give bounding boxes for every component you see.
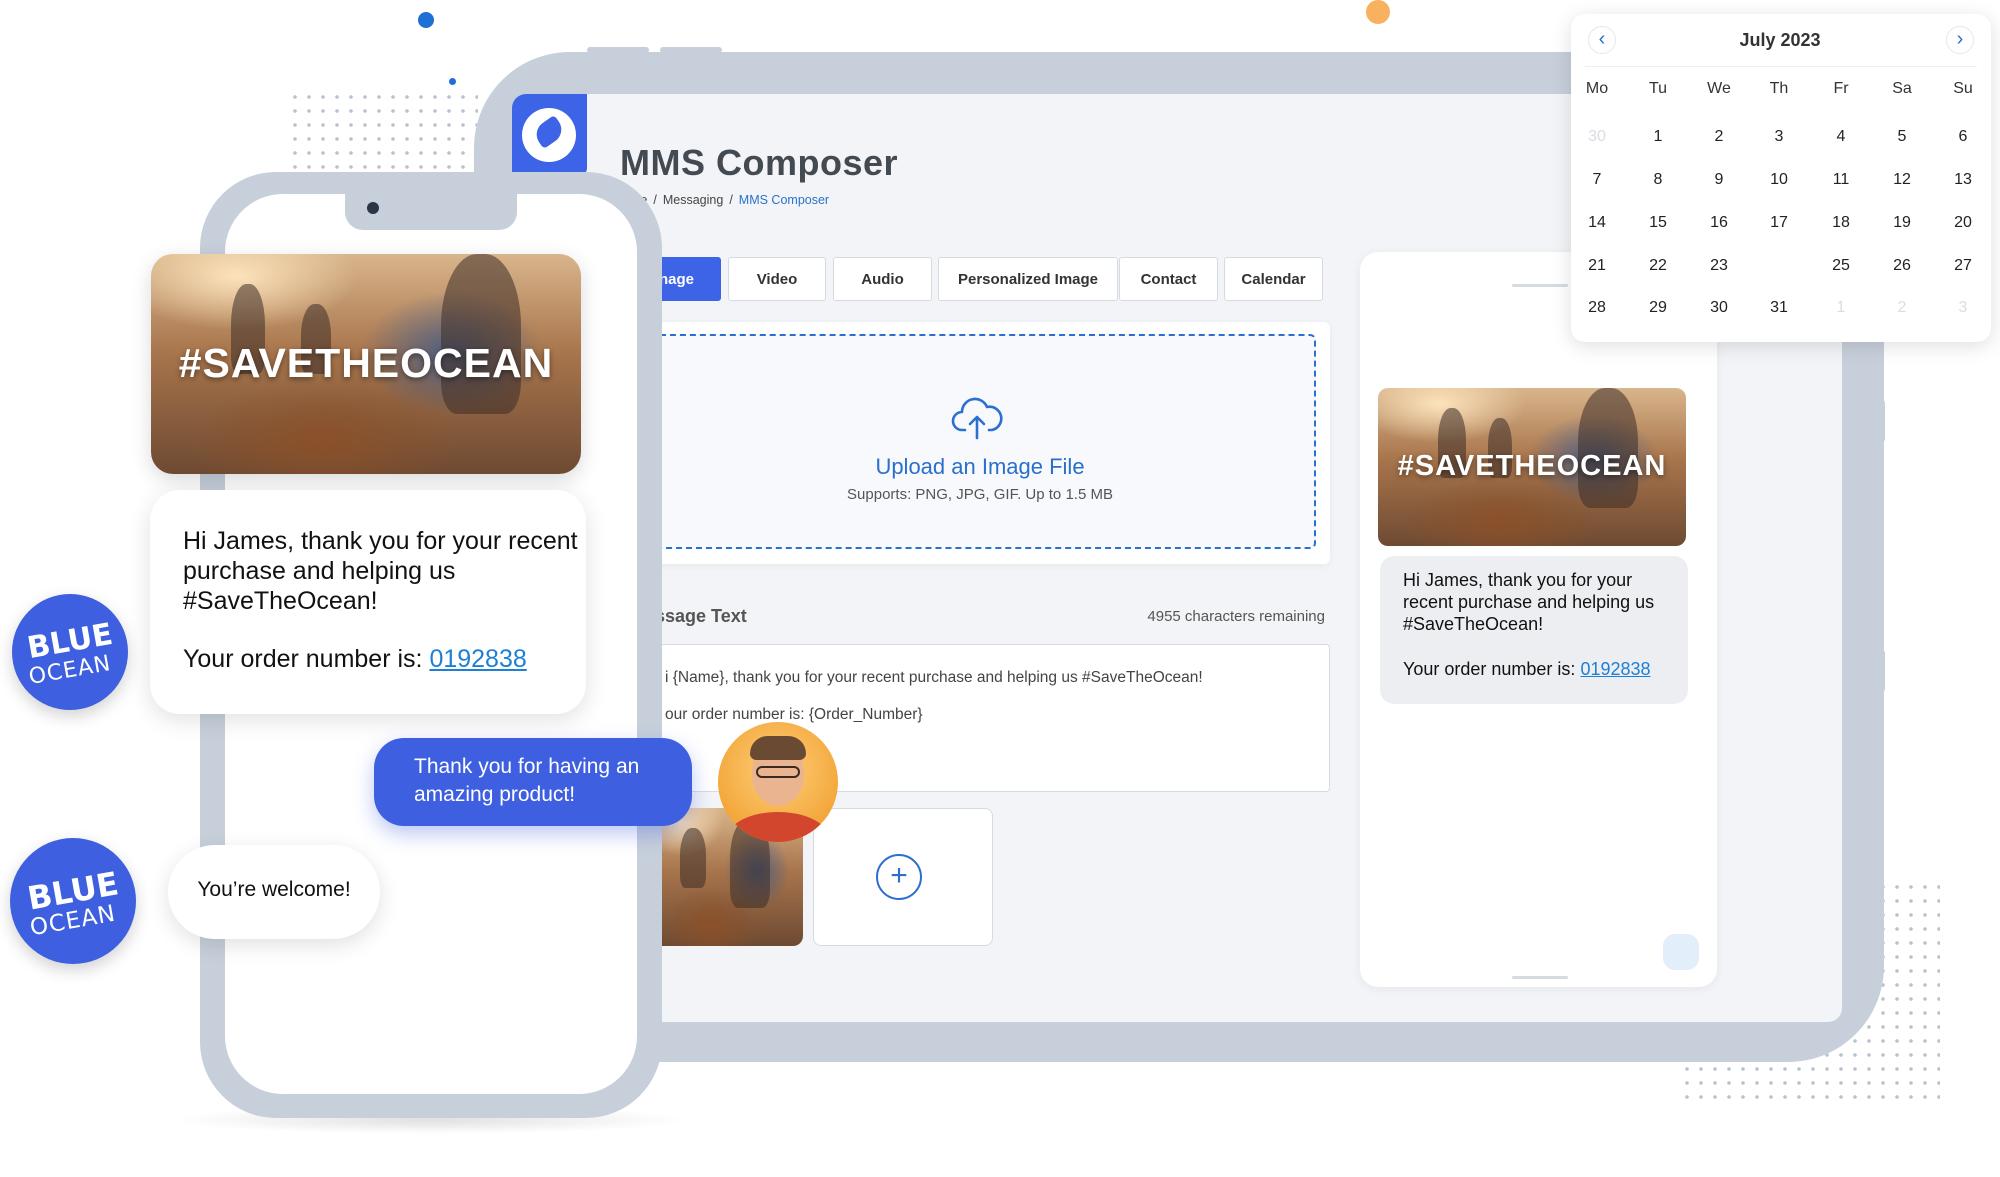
welcome-text: You’re welcome! [197, 878, 351, 901]
page-title: MMS Composer [620, 142, 899, 183]
calendar-day[interactable]: 3 [1943, 292, 1983, 324]
preview-order-line: Your order number is: 0192838 [1403, 659, 1651, 680]
tab-calendar[interactable]: Calendar [1224, 257, 1323, 301]
chevron-left-icon[interactable]: ‹ [1588, 26, 1616, 54]
tab-contact[interactable]: Contact [1119, 257, 1218, 301]
calendar-day[interactable]: 1 [1821, 292, 1861, 324]
preview-image: #SAVETHEOCEAN [1378, 388, 1686, 546]
message-line-1: i {Name}, thank you for your recent purc… [665, 669, 1203, 686]
calendar-day[interactable]: 27 [1943, 250, 1983, 282]
preview-order-label: Your order number is: [1403, 659, 1581, 679]
avatar-shirt [728, 812, 828, 842]
calendar-day[interactable]: 25 [1821, 250, 1861, 282]
calendar-day[interactable]: 12 [1882, 164, 1922, 196]
breadcrumb-current: MMS Composer [738, 193, 830, 207]
calendar-day[interactable]: 8 [1638, 164, 1678, 196]
weekday-label: Th [1769, 80, 1789, 97]
tab-personalized-image[interactable]: Personalized Image [938, 257, 1118, 301]
cloud-upload-icon [951, 397, 1003, 440]
calendar-day[interactable]: 6 [1943, 121, 1983, 153]
order-label: Your order number is: [183, 645, 430, 673]
weekday-label: Su [1953, 80, 1973, 97]
calendar-day[interactable]: 22 [1638, 250, 1678, 282]
calendar-day[interactable]: 19 [1882, 207, 1922, 239]
calendar-day[interactable]: 2 [1882, 292, 1922, 324]
calendar-day[interactable]: 17 [1759, 207, 1799, 239]
calendar-day[interactable]: 15 [1638, 207, 1678, 239]
calendar-day[interactable]: 10 [1759, 164, 1799, 196]
small-blue-dot-decoration [449, 78, 456, 85]
calendar-day[interactable]: 3 [1759, 121, 1799, 153]
person-figure [1578, 388, 1638, 508]
message-text: Hi James, thank you for your recent purc… [183, 527, 578, 615]
calendar-day[interactable]: 5 [1882, 121, 1922, 153]
brand-avatar-badge: BLUE OCEAN [10, 838, 136, 964]
breadcrumb: me/Messaging/MMS Composer [630, 193, 829, 207]
calendar-day[interactable]: 23 [1699, 250, 1739, 282]
blue-dot-decoration [418, 12, 434, 28]
weekday-label: Mo [1585, 80, 1609, 97]
calendar-day[interactable]: 4 [1821, 121, 1861, 153]
avatar-glasses [756, 766, 800, 778]
app-logo[interactable] [512, 94, 587, 176]
preview-action-button[interactable] [1663, 934, 1699, 970]
calendar-day[interactable]: 1 [1638, 121, 1678, 153]
message-text-label: ssage Text [655, 606, 747, 626]
upload-subtitle: Supports: PNG, JPG, GIF. Up to 1.5 MB [847, 486, 1113, 503]
image-hashtag-text: #SAVETHEOCEAN [1397, 450, 1667, 482]
dot-pattern-top-left [288, 90, 478, 170]
calendar-day[interactable]: 16 [1699, 207, 1739, 239]
calendar-day[interactable]: 21 [1577, 250, 1617, 282]
reply-text: Thank you for having an amazing product! [414, 755, 640, 806]
plus-circle-icon[interactable]: + [876, 854, 922, 900]
brand-avatar-badge: BLUE OCEAN [12, 594, 128, 710]
calendar-day[interactable]: 29 [1638, 292, 1678, 324]
weekday-label: Tu [1648, 80, 1668, 97]
calendar-day[interactable]: 28 [1577, 292, 1617, 324]
orange-dot-decoration [1366, 0, 1390, 24]
calendar-day-selected[interactable]: 24 [1759, 250, 1799, 282]
tab-video[interactable]: Video [728, 257, 826, 301]
weekday-label: Fr [1833, 80, 1849, 97]
avatar-hair [750, 736, 806, 760]
calendar-divider [1585, 66, 1977, 67]
calendar-day[interactable]: 31 [1759, 292, 1799, 324]
calendar-day[interactable]: 11 [1821, 164, 1861, 196]
weekday-label: Sa [1892, 80, 1912, 97]
preview-notch [1512, 284, 1568, 287]
order-line: Your order number is: 0192838 [183, 645, 527, 674]
calendar-day[interactable]: 7 [1577, 164, 1617, 196]
breadcrumb-messaging[interactable]: Messaging [663, 193, 723, 207]
calendar-day[interactable]: 18 [1821, 207, 1861, 239]
breadcrumb-separator: / [729, 193, 733, 207]
person-figure [680, 828, 706, 888]
calendar-day[interactable]: 30 [1577, 121, 1617, 153]
characters-remaining: 4955 characters remaining [1147, 608, 1325, 625]
order-number-link[interactable]: 0192838 [429, 645, 526, 673]
upload-title: Upload an Image File [875, 454, 1085, 479]
preview-home-indicator [1512, 976, 1568, 979]
calendar-day[interactable]: 9 [1699, 164, 1739, 196]
campaign-image: #SAVETHEOCEAN [151, 254, 581, 474]
preview-order-link[interactable]: 0192838 [1580, 659, 1650, 679]
message-line-2: our order number is: {Order_Number} [665, 706, 923, 723]
image-hashtag-text: #SAVETHEOCEAN [178, 340, 554, 386]
user-avatar [718, 722, 838, 842]
camera-icon [367, 202, 379, 214]
calendar-day[interactable]: 14 [1577, 207, 1617, 239]
tab-audio[interactable]: Audio [833, 257, 932, 301]
chevron-right-icon[interactable]: › [1946, 26, 1974, 54]
preview-message-text: Hi James, thank you for your recent purc… [1403, 570, 1655, 634]
weekday-label: We [1707, 80, 1731, 97]
calendar-day[interactable]: 26 [1882, 250, 1922, 282]
calendar-day[interactable]: 13 [1943, 164, 1983, 196]
breadcrumb-separator: / [653, 193, 657, 207]
calendar-day[interactable]: 20 [1943, 207, 1983, 239]
calendar-day[interactable]: 2 [1699, 121, 1739, 153]
calendar-month-title: July 2023 [1739, 30, 1821, 50]
person-figure [441, 254, 521, 414]
calendar-day[interactable]: 30 [1699, 292, 1739, 324]
upload-dropzone[interactable] [644, 334, 1316, 549]
